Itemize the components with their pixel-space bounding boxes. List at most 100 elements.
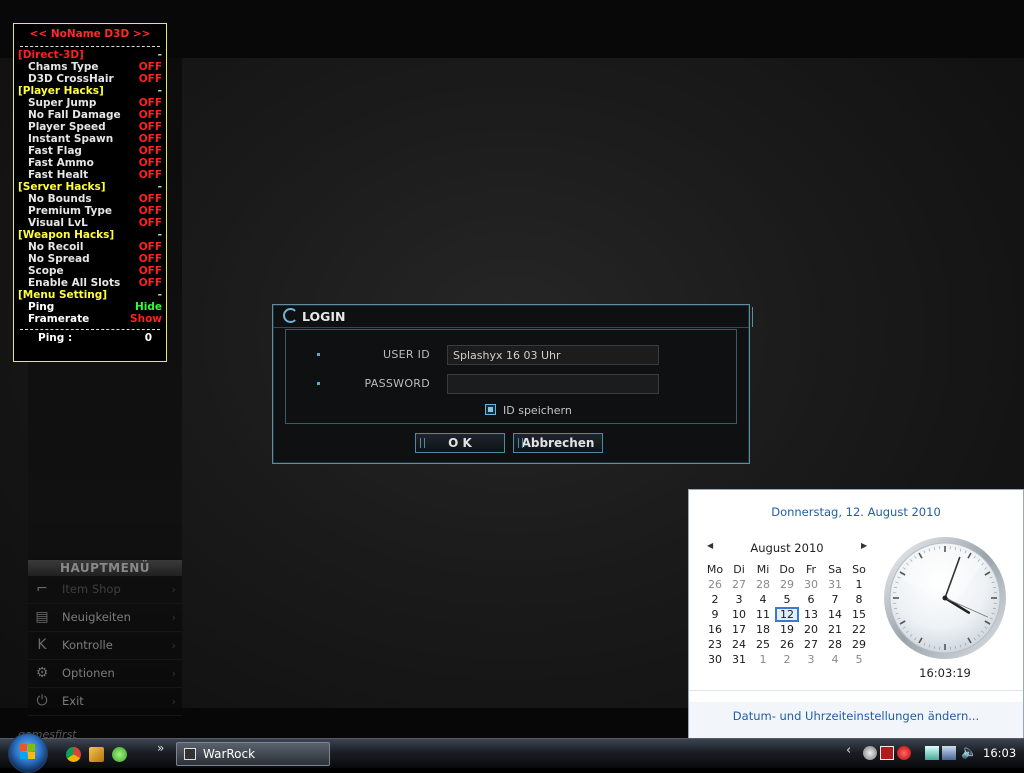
hack-option[interactable]: Fast AmmoOFF [14, 157, 166, 169]
calendar-day[interactable]: 4 [823, 652, 847, 667]
calendar-day[interactable]: 7 [823, 592, 847, 607]
calendar-day[interactable]: 5 [775, 592, 799, 607]
calendar-day[interactable]: 28 [823, 637, 847, 652]
calendar-day[interactable]: 15 [847, 607, 871, 622]
remember-id-checkbox[interactable]: ID speichern [485, 404, 572, 417]
next-month-icon[interactable]: ▶ [861, 541, 867, 550]
calendar-day[interactable]: 24 [727, 637, 751, 652]
hack-option[interactable]: Visual LvLOFF [14, 217, 166, 229]
hack-option[interactable]: Chams TypeOFF [14, 61, 166, 73]
calendar-day[interactable]: 21 [823, 622, 847, 637]
hack-option[interactable]: No RecoilOFF [14, 241, 166, 253]
hack-option[interactable]: Enable All SlotsOFF [14, 277, 166, 289]
volume-icon[interactable]: 🔈 [961, 746, 975, 760]
main-menu-item-kontrolle[interactable]: KKontrolle› [28, 632, 182, 660]
calendar-day[interactable]: 29 [847, 637, 871, 652]
hack-option[interactable]: No Fall DamageOFF [14, 109, 166, 121]
calendar-day[interactable]: 30 [703, 652, 727, 667]
user-id-input[interactable] [447, 345, 659, 365]
calendar-day[interactable]: 26 [703, 577, 727, 592]
hack-option[interactable]: D3D CrossHairOFF [14, 73, 166, 85]
hack-option[interactable]: Super JumpOFF [14, 97, 166, 109]
calendar-day[interactable]: 6 [799, 592, 823, 607]
taskbar-window-warrock[interactable]: WarRock [176, 742, 330, 766]
start-button[interactable] [8, 733, 48, 773]
calendar-day[interactable]: 27 [727, 577, 751, 592]
calendar-day[interactable]: 28 [751, 577, 775, 592]
calendar-day[interactable]: 25 [751, 637, 775, 652]
checkbox-checked-icon[interactable] [485, 404, 496, 415]
green-app-icon[interactable] [112, 747, 127, 762]
calendar-day[interactable]: 16 [703, 622, 727, 637]
long-date[interactable]: Donnerstag, 12. August 2010 [689, 505, 1023, 519]
calendar-day[interactable]: 19 [775, 622, 799, 637]
chrome-icon[interactable] [66, 747, 81, 762]
hack-option[interactable]: PingHide [14, 301, 166, 313]
hack-option[interactable]: FramerateShow [14, 313, 166, 325]
power-icon: ⏻ [33, 693, 51, 709]
ok-button[interactable]: O K [415, 433, 505, 453]
hack-option[interactable]: ScopeOFF [14, 265, 166, 277]
calendar-day[interactable]: 2 [703, 592, 727, 607]
calendar-day[interactable]: 27 [799, 637, 823, 652]
prev-month-icon[interactable]: ◀ [707, 541, 713, 550]
password-input[interactable] [447, 374, 659, 394]
tray-app-icon[interactable] [863, 746, 877, 760]
date-time-settings-link[interactable]: Datum- und Uhrzeiteinstellungen ändern..… [689, 709, 1023, 723]
hack-option[interactable]: Premium TypeOFF [14, 205, 166, 217]
user-id-label: USER ID [383, 348, 430, 361]
tray-expand-icon[interactable]: ‹ [846, 743, 851, 758]
hack-option-value: OFF [139, 205, 162, 217]
calendar-day[interactable]: 1 [751, 652, 775, 667]
calendar-day[interactable]: 17 [727, 622, 751, 637]
hack-option[interactable]: No BoundsOFF [14, 193, 166, 205]
calendar-day[interactable]: 22 [847, 622, 871, 637]
calendar-day[interactable]: 23 [703, 637, 727, 652]
hack-option[interactable]: Fast FlagOFF [14, 145, 166, 157]
calendar-day[interactable]: 5 [847, 652, 871, 667]
calendar-day[interactable]: 18 [751, 622, 775, 637]
main-menu-item-optionen[interactable]: ⚙Optionen› [28, 660, 182, 688]
hack-option-label: No Recoil [28, 241, 84, 253]
cancel-button[interactable]: Abbrechen [513, 433, 603, 453]
calendar-day[interactable]: 26 [775, 637, 799, 652]
calendar-day[interactable]: 2 [775, 652, 799, 667]
calendar-day[interactable]: 4 [751, 592, 775, 607]
calendar-day-today[interactable]: 12 [775, 607, 799, 622]
main-menu-item-exit[interactable]: ⏻Exit› [28, 688, 182, 716]
calendar-day[interactable]: 14 [823, 607, 847, 622]
calendar-day[interactable]: 31 [727, 652, 751, 667]
calendar-day[interactable]: 3 [727, 592, 751, 607]
calendar-day[interactable]: 13 [799, 607, 823, 622]
calendar-day[interactable]: 31 [823, 577, 847, 592]
calendar-day[interactable]: 10 [727, 607, 751, 622]
main-menu-item-neuigkeiten[interactable]: ▤Neuigkeiten› [28, 604, 182, 632]
month-label[interactable]: August 2010 [729, 541, 845, 555]
calendar-day[interactable]: 11 [751, 607, 775, 622]
hack-option[interactable]: Instant SpawnOFF [14, 133, 166, 145]
hack-option[interactable]: Fast HealtOFF [14, 169, 166, 181]
quicklaunch-more-icon[interactable]: » [157, 741, 164, 755]
hack-option-label: No Fall Damage [28, 109, 121, 121]
logo-quad [28, 744, 35, 751]
calendar-flyout: Donnerstag, 12. August 2010 ◀ August 201… [688, 489, 1024, 738]
calendar-day[interactable]: 1 [847, 577, 871, 592]
tray-warning-icon[interactable] [897, 746, 911, 760]
digital-time: 16:03:19 [882, 666, 1008, 680]
tray-security-icon[interactable] [880, 746, 894, 760]
taskbar-clock[interactable]: 16:03 [983, 746, 1016, 760]
calendar-day[interactable]: 30 [799, 577, 823, 592]
login-corner-accent [749, 307, 753, 327]
calendar-day[interactable]: 20 [799, 622, 823, 637]
hack-option[interactable]: No SpreadOFF [14, 253, 166, 265]
calendar-day[interactable]: 3 [799, 652, 823, 667]
app-shortcut-icon[interactable] [89, 747, 104, 762]
calendar-day[interactable]: 8 [847, 592, 871, 607]
calendar-day[interactable]: 29 [775, 577, 799, 592]
main-menu-item-item-shop[interactable]: ⌐Item Shop› [28, 576, 182, 604]
network-icon[interactable] [942, 746, 956, 760]
hack-option[interactable]: Player SpeedOFF [14, 121, 166, 133]
hack-option-label: Fast Healt [28, 169, 88, 181]
tray-device-icon[interactable] [925, 746, 939, 760]
calendar-day[interactable]: 9 [703, 607, 727, 622]
